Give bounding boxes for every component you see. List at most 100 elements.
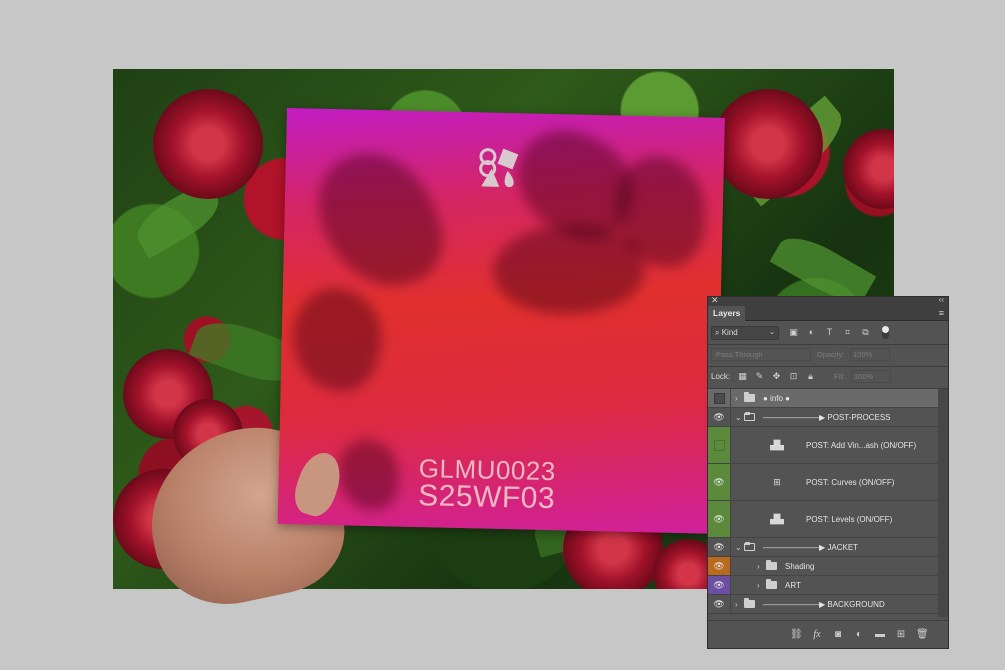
hidden-box-icon: [713, 439, 725, 451]
red-flower: [713, 89, 823, 199]
filter-shape-icon[interactable]: ⌗: [842, 327, 853, 338]
folder-icon: [744, 598, 755, 608]
leaf-shadow: [300, 133, 458, 307]
leaf-shadow: [337, 439, 400, 511]
close-icon[interactable]: ✕: [711, 295, 719, 306]
tab-layers[interactable]: Layers: [708, 306, 746, 321]
filter-kind-label: Kind: [721, 328, 738, 337]
blend-mode-select[interactable]: Pass Through: [711, 348, 811, 361]
lock-label: Lock:: [711, 372, 731, 381]
fill-label: Fill:: [834, 372, 846, 381]
filter-adjustment-icon[interactable]: ◐: [806, 327, 817, 338]
layer-name: POST: Add Vin...ash (ON/OFF): [806, 440, 917, 450]
link-layers-icon[interactable]: ⛓︎: [790, 629, 803, 640]
eye-icon: 👁︎: [713, 411, 725, 422]
filter-kind-select[interactable]: ⌕ Kind ⌄: [711, 326, 779, 340]
eye-icon: 👁︎: [713, 560, 725, 571]
panel-tab-bar: Layers ≡: [708, 306, 948, 321]
chevron-right-icon[interactable]: ›: [735, 595, 738, 613]
eye-icon: 👁︎: [713, 476, 725, 487]
layer-row-shading[interactable]: 👁︎ › Shading: [708, 557, 938, 576]
add-mask-icon[interactable]: ◙: [832, 629, 844, 640]
levels-icon: ▟▙: [770, 514, 784, 524]
layer-style-icon[interactable]: fx: [811, 629, 823, 640]
chevron-down-icon[interactable]: ⌄: [735, 538, 742, 556]
layer-name: POST: Levels (ON/OFF): [806, 514, 893, 524]
chevron-right-icon[interactable]: ›: [735, 389, 738, 407]
eye-icon: 👁︎: [713, 579, 725, 590]
eye-icon: 👁︎: [713, 541, 725, 552]
folder-open-icon: [744, 412, 755, 421]
layers-scrollbar[interactable]: [938, 389, 948, 617]
layer-name: ● info ●: [763, 393, 791, 403]
filter-pixel-icon[interactable]: ▣: [788, 327, 799, 338]
visibility-toggle[interactable]: 👁︎: [708, 557, 731, 575]
layer-row-info[interactable]: › ● info ●: [708, 389, 938, 408]
new-layer-icon[interactable]: ⊞: [895, 629, 907, 640]
curves-icon: ⊞: [773, 477, 781, 487]
layer-row-jacket[interactable]: 👁︎ ⌄ ———————▶ JACKET: [708, 538, 938, 557]
filter-row: ⌕ Kind ⌄ ▣ ◐ T ⌗ ⧉: [711, 326, 945, 342]
layer-row-curves[interactable]: 👁︎ ⊞ POST: Curves (ON/OFF): [708, 464, 938, 501]
divider: [708, 366, 948, 367]
folder-open-icon: [744, 542, 755, 551]
lock-artboard-icon[interactable]: ⊡: [788, 371, 799, 382]
visibility-toggle[interactable]: 👁︎: [708, 464, 731, 500]
panel-bottom-toolbar: ⛓︎ fx ◙ ◐ ▬ ⊞ 🗑︎: [708, 620, 948, 648]
layer-name: ART: [785, 580, 801, 590]
opacity-label: Opacity:: [817, 350, 845, 359]
visibility-toggle[interactable]: [708, 389, 731, 407]
new-group-icon[interactable]: ▬: [874, 629, 886, 640]
layer-name: ———————▶ POST-PROCESS: [763, 412, 891, 422]
visibility-toggle[interactable]: 👁︎: [708, 408, 731, 426]
layer-row-post-process[interactable]: 👁︎ ⌄ ———————▶ POST-PROCESS: [708, 408, 938, 427]
visibility-toggle[interactable]: 👁︎: [708, 576, 731, 594]
chevron-right-icon[interactable]: ›: [757, 576, 760, 594]
leaf-shadow: [279, 278, 394, 400]
label-logo-icon: [479, 148, 519, 188]
fill-field[interactable]: 100%: [851, 370, 891, 383]
layer-name: ———————▶ BACKGROUND: [763, 599, 885, 609]
lock-all-icon[interactable]: 🔒︎: [805, 371, 816, 382]
chevron-down-icon[interactable]: ⌄: [735, 408, 742, 426]
layers-list: › ● info ● 👁︎ ⌄ ———————▶ POST-PROCESS ▟▙…: [708, 389, 938, 614]
layer-name: ———————▶ JACKET: [763, 542, 859, 552]
vinyl-jacket: GLMU0023 S25WF03: [277, 108, 725, 534]
lock-transparent-icon[interactable]: ▦: [737, 371, 748, 382]
lock-move-icon[interactable]: ✥: [771, 371, 782, 382]
filter-smart-object-icon[interactable]: ⧉: [860, 327, 871, 338]
collapse-icon[interactable]: ‹‹: [939, 295, 944, 304]
new-adjustment-icon[interactable]: ◐: [853, 629, 865, 640]
divider: [708, 344, 948, 345]
folder-icon: [766, 579, 777, 589]
visibility-toggle[interactable]: [708, 427, 731, 463]
filter-type-icon[interactable]: T: [824, 327, 835, 338]
hidden-box-icon: [713, 392, 725, 404]
visibility-toggle[interactable]: 👁︎: [708, 538, 731, 556]
filter-toggle-switch[interactable]: [882, 326, 889, 339]
levels-icon: ▟▙: [770, 440, 784, 450]
layer-row-background[interactable]: 👁︎ › ———————▶ BACKGROUND: [708, 595, 938, 614]
layer-row-levels[interactable]: 👁︎ ▟▙ POST: Levels (ON/OFF): [708, 501, 938, 538]
opacity-field[interactable]: 100%: [850, 348, 890, 361]
eye-icon: 👁︎: [713, 513, 725, 524]
lock-brush-icon[interactable]: ✎: [754, 371, 765, 382]
lock-row: Lock: ▦ ✎ ✥ ⊡ 🔒︎ Fill: 100%: [711, 370, 945, 385]
eye-icon: 👁︎: [713, 598, 725, 609]
visibility-toggle[interactable]: 👁︎: [708, 595, 731, 613]
layer-name: Shading: [785, 561, 815, 571]
folder-icon: [744, 392, 755, 402]
chevron-down-icon: ⌄: [769, 329, 775, 336]
panel-title-strip: ✕ ‹‹: [708, 295, 948, 306]
layer-name: POST: Curves (ON/OFF): [806, 477, 895, 487]
catalog-code-line2: S25WF03: [417, 479, 556, 516]
layers-panel: ✕ ‹‹ Layers ≡ ⌕ Kind ⌄ ▣ ◐ T ⌗ ⧉ Pass Th…: [707, 295, 949, 649]
folder-icon: [766, 560, 777, 570]
delete-layer-icon[interactable]: 🗑︎: [916, 629, 929, 640]
layer-row-add-vinyl-wash[interactable]: ▟▙ POST: Add Vin...ash (ON/OFF): [708, 427, 938, 464]
chevron-right-icon[interactable]: ›: [757, 557, 760, 575]
panel-menu-icon[interactable]: ≡: [939, 308, 944, 318]
visibility-toggle[interactable]: 👁︎: [708, 501, 731, 537]
blend-row: Pass Through Opacity: 100%: [711, 348, 945, 363]
layer-row-art[interactable]: 👁︎ › ART: [708, 576, 938, 595]
